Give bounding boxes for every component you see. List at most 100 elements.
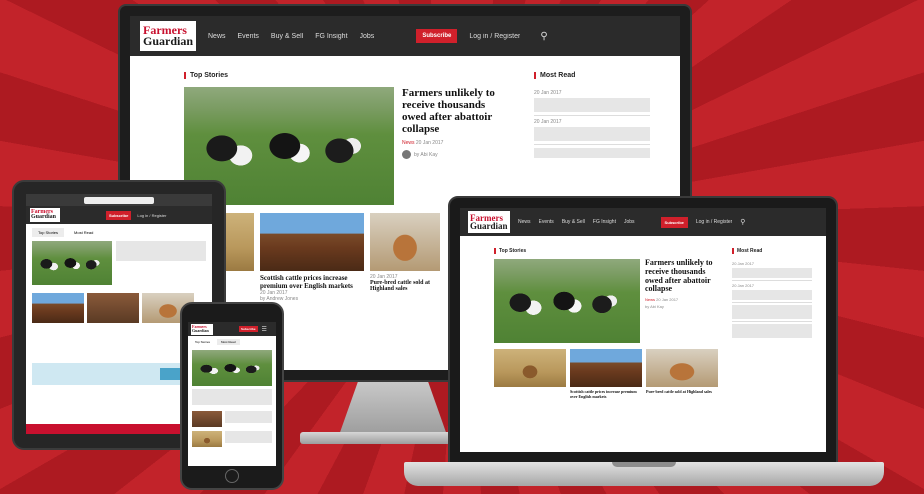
most-read-title: Most Read [732,248,812,254]
most-read-item[interactable] [534,145,650,161]
phone-headline-placeholder [192,389,272,405]
secondary-story-3[interactable]: 20 Jan 2017 Pure-bred cattle sold at Hig… [370,213,440,302]
nav-item-fg-insight[interactable]: FG Insight [593,219,616,225]
login-link[interactable]: Log in / Register [469,33,520,40]
phone-tabs: Top Stories Most Read [188,336,276,348]
phone-story-image[interactable] [192,411,222,427]
tablet-tab-most-read[interactable]: Most Read [68,228,99,237]
most-read-placeholder [732,268,812,278]
nav-item-jobs[interactable]: Jobs [360,33,375,40]
subscribe-button[interactable]: Subscribe [416,29,458,43]
phone-menu-icon[interactable]: ☰ [262,326,267,333]
tablet-lead-image[interactable] [32,241,112,285]
phone-subscribe-button[interactable]: Subscribe [239,326,258,332]
nav-item-jobs[interactable]: Jobs [624,219,635,225]
story-image[interactable] [646,349,718,387]
laptop-site-nav: Farmers Guardian News Events Buy & Sell … [460,208,826,236]
phone-home-button[interactable] [225,469,239,483]
secondary-story-1[interactable] [494,349,566,399]
phone-story-image[interactable] [192,431,222,447]
nav-item-news[interactable]: News [518,219,531,225]
story-headline[interactable]: Scottish cattle prices increase premium … [260,274,364,290]
author-avatar [402,150,411,160]
most-read-date: 20 Jan 2017 [732,261,755,266]
lead-story-tag[interactable]: News [645,297,655,302]
story-headline[interactable]: Pure-bred cattle sold at Highland sales [646,389,718,394]
most-read-item[interactable] [732,322,812,340]
nav-item-events[interactable]: Events [539,219,554,225]
logo-line2: Guardian [143,34,194,48]
laptop-screen: Farmers Guardian News Events Buy & Sell … [460,208,826,452]
phone-device: Farmers Guardian Subscribe ☰ Top Stories… [180,302,284,490]
most-read-placeholder [732,324,812,338]
story-image[interactable] [494,349,566,387]
logo-line2: Guardian [192,328,209,333]
most-read-item[interactable]: 20 Jan 2017 [534,116,650,145]
nav-item-buy-sell[interactable]: Buy & Sell [562,219,585,225]
search-icon[interactable]: ⚲ [740,218,745,226]
tablet-url-field[interactable] [84,196,154,204]
most-read-placeholder [534,127,650,141]
site-nav: Farmers Guardian News Events Buy & Sell … [130,16,680,56]
most-read-item[interactable]: 20 Jan 2017 [732,281,812,303]
subscribe-button[interactable]: Subscribe [660,216,688,228]
story-headline[interactable]: Pure-bred cattle sold at Highland sales [370,280,440,292]
laptop-logo[interactable]: Farmers Guardian [468,211,510,233]
phone-screen: Farmers Guardian Subscribe ☰ Top Stories… [188,322,276,466]
secondary-story-3[interactable]: Pure-bred cattle sold at Highland sales [646,349,718,399]
secondary-story-2[interactable]: Scottish cattle prices increase premium … [570,349,642,399]
most-read-title: Most Read [534,72,650,79]
most-read-placeholder [732,305,812,319]
tablet-story-image[interactable] [32,293,84,323]
secondary-story-2[interactable]: Scottish cattle prices increase premium … [260,213,364,302]
site-logo[interactable]: Farmers Guardian [140,21,196,51]
laptop-top-stories: Top Stories Farmers unlikely to receive … [494,248,724,399]
most-read-placeholder [534,148,650,158]
lead-story-headline[interactable]: Farmers unlikely to receive thousands ow… [645,258,721,294]
laptop-device: Farmers Guardian News Events Buy & Sell … [448,196,838,464]
top-stories-title: Top Stories [494,248,724,254]
phone-tab-top-stories[interactable]: Top Stories [191,339,214,345]
tablet-subscribe-button[interactable]: Subscribe [106,210,132,220]
most-read-date: 20 Jan 2017 [732,283,755,288]
logo-line2: Guardian [31,214,57,220]
tablet-story-image[interactable] [87,293,139,323]
tablet-logo[interactable]: Farmers Guardian [30,208,60,222]
lead-story-author[interactable]: by Abi Kay [414,152,438,158]
tablet-headline-placeholder [116,241,206,261]
phone-tab-most-read[interactable]: Most Read [217,339,240,345]
story-image[interactable] [570,349,642,387]
most-read-item[interactable] [732,303,812,322]
most-read-date: 20 Jan 2017 [534,119,562,125]
nav-item-events[interactable]: Events [238,33,259,40]
lead-story-author[interactable]: by Abi Kay [645,304,721,309]
phone-logo[interactable]: Farmers Guardian [191,323,213,335]
nav-item-fg-insight[interactable]: FG Insight [315,33,347,40]
story-headline[interactable]: Scottish cattle prices increase premium … [570,389,642,399]
lead-story-tag[interactable]: News [402,140,415,146]
most-read-item[interactable]: 20 Jan 2017 [534,87,650,116]
nav-item-buy-sell[interactable]: Buy & Sell [271,33,303,40]
phone-lead-image[interactable] [192,350,272,386]
phone-story-placeholder [225,411,272,423]
top-stories-title: Top Stories [184,72,524,79]
tablet-login-link[interactable]: Log in / Register [137,213,166,218]
lead-story-date: 20 Jan 2017 [415,140,444,147]
most-read-date: 20 Jan 2017 [534,90,562,96]
nav-item-news[interactable]: News [208,33,226,40]
tablet-site-nav: Farmers Guardian Subscribe Log in / Regi… [26,206,212,224]
search-icon[interactable]: ⚲ [540,31,547,42]
lead-story-date: 20 Jan 2017 [656,297,679,303]
laptop-notch [612,462,676,467]
lead-story-headline[interactable]: Farmers unlikely to receive thousands ow… [402,87,512,135]
story-image[interactable] [370,213,440,271]
phone-site-nav: Farmers Guardian Subscribe ☰ [188,322,276,336]
lead-story-image[interactable] [494,259,640,343]
most-read-item[interactable]: 20 Jan 2017 [732,259,812,281]
story-image[interactable] [260,213,364,271]
tablet-tabs: Top Stories Most Read [26,224,212,241]
login-link[interactable]: Log in / Register [696,219,732,225]
phone-story-placeholder [225,431,272,443]
most-read-placeholder [732,290,812,300]
tablet-tab-top-stories[interactable]: Top Stories [32,228,65,237]
